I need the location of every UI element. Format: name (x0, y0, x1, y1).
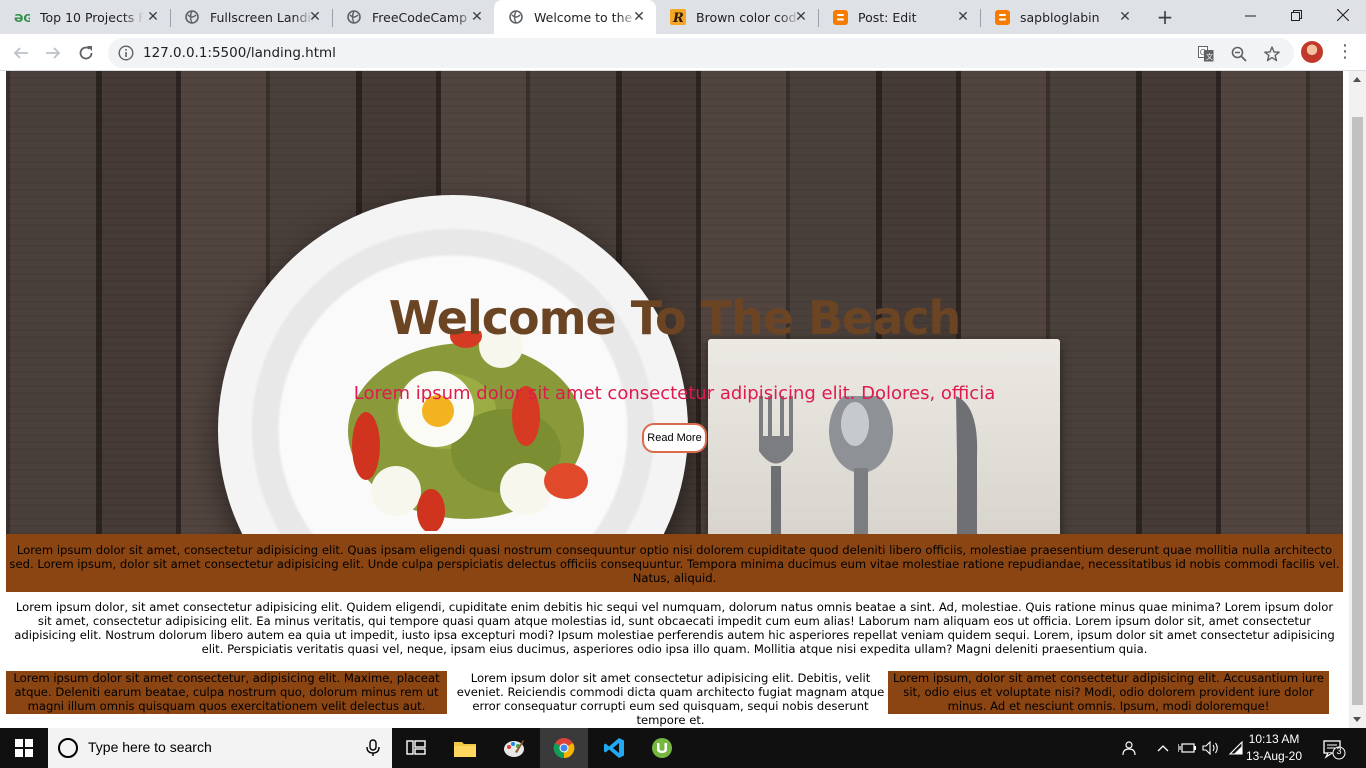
restore-icon[interactable] (1273, 0, 1319, 30)
cortana-icon (58, 738, 78, 758)
tab-title: FreeCodeCamp - N (372, 9, 476, 25)
svg-text:文: 文 (1206, 52, 1213, 61)
clock-time: 10:13 AM (1248, 732, 1300, 746)
close-icon[interactable]: ✕ (956, 10, 970, 24)
svg-text:R: R (672, 11, 684, 25)
column-right: Lorem ipsum, dolor sit amet consectetur … (888, 671, 1329, 714)
windows-taskbar: Type here to search 10:13 AM 13-Aug-20 3 (0, 728, 1366, 768)
volume-icon[interactable] (1202, 728, 1220, 768)
page-scrollbar[interactable] (1349, 71, 1366, 728)
profile-avatar[interactable] (1301, 41, 1323, 63)
tab-title: Top 10 Projects Fo (40, 9, 144, 25)
battery-icon[interactable] (1178, 728, 1196, 768)
close-icon[interactable]: ✕ (794, 10, 808, 24)
new-tab-icon[interactable]: + (1155, 7, 1175, 27)
vscode-icon[interactable] (590, 728, 638, 768)
column-middle: Lorem ipsum dolor sit amet consectetur a… (456, 671, 885, 727)
column-left: Lorem ipsum dolor sit amet consectetur, … (6, 671, 447, 714)
search-placeholder: Type here to search (88, 739, 212, 755)
cutlery-image (759, 396, 978, 534)
bookmark-star-icon[interactable] (1263, 45, 1281, 63)
tab-fullscreen-landing[interactable]: Fullscreen Landing ✕ (170, 0, 332, 34)
clock-date: 13-Aug-20 (1245, 749, 1303, 763)
url-text[interactable]: 127.0.0.1:5500/landing.html (143, 45, 336, 61)
taskbar-search-box[interactable]: Type here to search (48, 728, 392, 768)
chevron-up-icon[interactable] (1155, 728, 1171, 768)
reload-icon[interactable] (75, 42, 97, 64)
blogger-icon (832, 9, 848, 25)
hero-subtitle: Lorem ipsum dolor sit amet consectetur a… (353, 383, 996, 404)
people-icon[interactable] (1118, 728, 1138, 768)
food-image (348, 331, 588, 531)
zoom-out-icon[interactable] (1230, 45, 1248, 63)
windows-start-icon[interactable] (0, 728, 48, 768)
close-icon[interactable]: ✕ (308, 10, 322, 24)
window-close-icon[interactable] (1320, 0, 1366, 30)
scrollbar-thumb[interactable] (1352, 117, 1363, 705)
tab-top10-projects[interactable]: ƏG Top 10 Projects Fo ✕ (0, 0, 170, 34)
tab-title: sapbloglabin (1020, 9, 1100, 25)
utorrent-icon[interactable] (638, 728, 686, 768)
tab-title: Welcome to the la (534, 9, 638, 25)
tab-strip: ƏG Top 10 Projects Fo ✕ Fullscreen Landi… (0, 0, 1366, 34)
scroll-up-icon[interactable] (1353, 77, 1361, 82)
tab-welcome-landing[interactable]: Welcome to the la ✕ (494, 0, 656, 34)
action-center-icon[interactable]: 3 (1318, 736, 1358, 760)
forward-arrow-icon[interactable] (42, 42, 64, 64)
close-icon[interactable]: ✕ (146, 10, 160, 24)
task-view-icon[interactable] (392, 728, 440, 768)
tab-title: Brown color code (696, 9, 800, 25)
page-viewport: Welcome To The Beach Lorem ipsum dolor s… (0, 71, 1366, 728)
minimize-icon[interactable] (1227, 0, 1273, 30)
chrome-icon[interactable] (540, 728, 588, 768)
globe-icon (346, 9, 362, 25)
svg-text:ƏG: ƏG (14, 12, 30, 23)
browser-toolbar: 127.0.0.1:5500/landing.html G文 ⋮ (0, 34, 1366, 71)
tab-title: Fullscreen Landing (210, 9, 314, 25)
microphone-icon[interactable] (364, 739, 382, 757)
globe-icon (184, 9, 200, 25)
close-icon[interactable]: ✕ (1118, 10, 1132, 24)
file-explorer-icon[interactable] (441, 728, 489, 768)
more-menu-icon[interactable]: ⋮ (1336, 42, 1354, 62)
globe-icon (508, 9, 524, 25)
translate-icon[interactable]: G文 (1197, 45, 1215, 63)
body-paragraph: Lorem ipsum dolor, sit amet consectetur … (14, 600, 1335, 656)
geeksforgeeks-icon: ƏG (14, 9, 30, 25)
hero-section: Welcome To The Beach Lorem ipsum dolor s… (6, 71, 1343, 534)
close-icon[interactable]: ✕ (470, 10, 484, 24)
scroll-down-icon[interactable] (1353, 717, 1361, 722)
tab-title: Post: Edit (858, 9, 917, 25)
notification-count: 3 (1336, 746, 1342, 756)
read-more-button[interactable]: Read More (642, 423, 707, 453)
tab-freecodecamp[interactable]: FreeCodeCamp - N ✕ (332, 0, 494, 34)
blogger-icon (994, 9, 1010, 25)
info-icon[interactable] (118, 45, 134, 61)
system-clock[interactable]: 10:13 AM 13-Aug-20 (1243, 731, 1305, 765)
brown-text-band: Lorem ipsum dolor sit amet, consectetur … (6, 534, 1343, 592)
tab-sapbloglabin[interactable]: sapbloglabin ✕ (980, 0, 1142, 34)
paint-icon[interactable] (490, 728, 538, 768)
back-arrow-icon[interactable] (10, 42, 32, 64)
tab-brown-color-code[interactable]: R Brown color code ✕ (656, 0, 818, 34)
close-icon[interactable]: ✕ (632, 10, 646, 24)
address-bar[interactable]: 127.0.0.1:5500/landing.html G文 (108, 38, 1294, 68)
hero-title: Welcome To The Beach (388, 291, 962, 345)
r-logo-icon: R (670, 9, 686, 25)
tab-post-edit[interactable]: Post: Edit ✕ (818, 0, 980, 34)
